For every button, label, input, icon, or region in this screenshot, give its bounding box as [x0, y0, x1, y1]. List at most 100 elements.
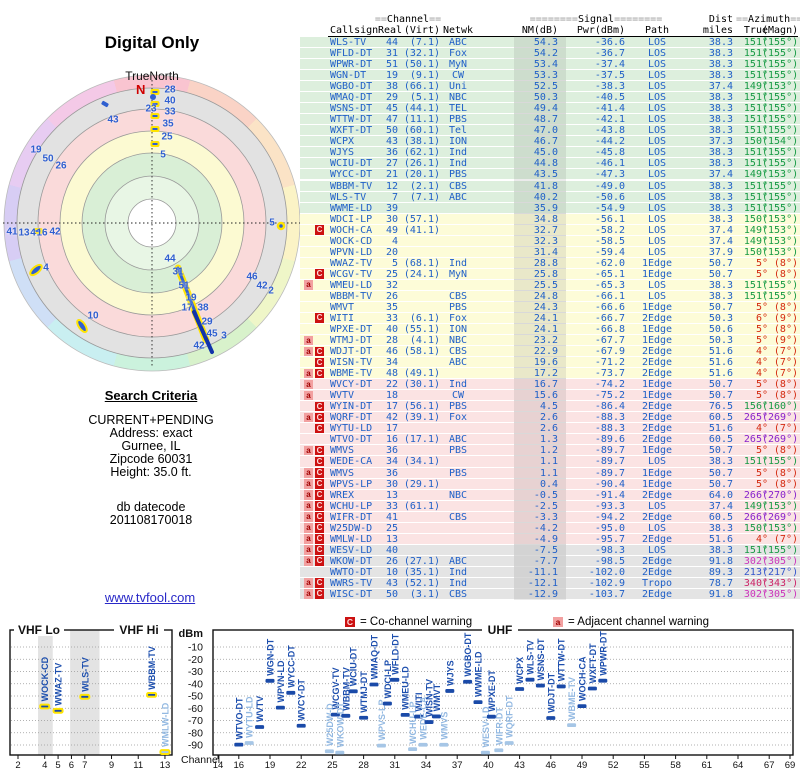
network-cell: Ind — [448, 257, 468, 269]
network-cell: CBS — [448, 588, 468, 600]
virtual-channel-cell: (24.1) — [403, 268, 440, 280]
radar-channel-label: 38 — [197, 302, 209, 314]
radar-channel-label: 25 — [161, 131, 173, 143]
radar-channel-label: 4 — [30, 227, 36, 239]
callsign-cell: WISN-TV — [330, 357, 373, 369]
table-group-header: ==Azimuth== — [736, 14, 800, 25]
azimuth-magnetic-cell: (9°) — [773, 335, 798, 347]
co-channel-flag: C — [315, 512, 324, 522]
path-cell: Tropo — [641, 577, 673, 589]
station-marker-wfld-dt: WFLD-DT — [390, 633, 400, 682]
signal-strength-chart: -10-20-30-40-50-60-70-80-90dBmChannelVHF… — [9, 623, 795, 768]
pwr-dbm-cell: -41.4 — [594, 103, 625, 115]
virtual-channel-cell — [398, 534, 440, 545]
distance-miles-cell: 50.3 — [708, 312, 733, 324]
pwr-dbm-cell: -58.5 — [594, 235, 625, 247]
distance-miles-cell: 38.3 — [708, 456, 733, 468]
co-channel-flag: C — [315, 556, 324, 566]
path-cell: LOS — [647, 544, 667, 556]
callsign-cell: WREX — [330, 489, 355, 501]
network-cell: CBS — [448, 290, 468, 302]
distance-miles-cell: 38.3 — [708, 37, 733, 48]
distance-miles-cell: 60.5 — [708, 412, 733, 424]
real-channel-cell: 41 — [385, 511, 398, 523]
co-channel-flag: C — [315, 269, 324, 279]
station-label: WOCH-CA — [578, 656, 588, 701]
virtual-channel-cell — [398, 468, 440, 479]
station-marker-wsns-dt: WSNS-DT — [535, 638, 546, 688]
column-header-callsign: Callsign — [330, 25, 379, 36]
radar-channel-label: 3 — [221, 330, 227, 342]
real-channel-cell: 25 — [385, 268, 398, 280]
station-marker-wjys: WJYS — [445, 660, 455, 693]
callsign-cell: WVCY-DT — [330, 379, 373, 391]
radar-station-dot — [276, 221, 286, 231]
callsign-cell: WMVT — [330, 301, 355, 313]
station-label: WIFR-DT — [494, 707, 504, 745]
azimuth-magnetic-cell: (155°) — [762, 37, 799, 48]
vhf-channel-tick: 13 — [160, 760, 171, 768]
dbm-tick-label: -30 — [188, 666, 203, 678]
radar-channel-label: 42 — [193, 340, 205, 352]
distance-miles-cell: 50.7 — [708, 257, 733, 269]
station-marker-wvcy-dt: WVCY-DT — [296, 679, 307, 728]
distance-miles-cell: 60.5 — [708, 511, 733, 523]
virtual-channel-cell — [398, 512, 440, 523]
azimuth-magnetic-cell: (155°) — [762, 125, 799, 137]
vhf-channel-tick: 11 — [133, 760, 143, 768]
network-cell — [440, 236, 476, 247]
radar-channel-label: 2 — [268, 285, 274, 297]
db-datecode-value: 201108170018 — [109, 513, 193, 527]
callsign-cell: WISC-DT — [330, 588, 373, 600]
distance-miles-cell: 38.3 — [708, 92, 733, 104]
virtual-channel-cell — [398, 236, 440, 247]
azimuth-magnetic-cell: (8°) — [773, 324, 798, 335]
virtual-channel-cell — [398, 423, 440, 434]
path-cell: 2Edge — [641, 533, 673, 545]
pwr-dbm-cell: -89.7 — [594, 445, 625, 457]
station-label: WPVS-LP — [377, 699, 387, 740]
callsign-cell: WYIN-DT — [330, 401, 373, 413]
column-header-nmdb: NM(dB) — [521, 25, 558, 36]
path-cell: LOS — [647, 456, 667, 468]
adjacent-channel-flag: a — [304, 578, 313, 588]
radar-channel-label: 28 — [164, 84, 176, 96]
adjacent-channel-flag: a — [304, 556, 313, 566]
column-header-real: Real — [378, 25, 403, 36]
callsign-cell: WGN-DT — [330, 70, 367, 82]
network-cell: Ind — [448, 379, 468, 391]
callsign-cell: WEDE-CA — [330, 456, 373, 468]
vhf-channel-tick: 9 — [109, 760, 114, 768]
virtual-channel-cell: (30.1) — [403, 379, 440, 391]
real-channel-cell: 17 — [385, 423, 398, 435]
station-label: WTMJ-DT — [359, 671, 369, 713]
pwr-dbm-cell: -37.5 — [594, 70, 625, 82]
real-channel-cell: 28 — [385, 335, 398, 347]
tvfool-website-link[interactable]: www.tvfool.com — [0, 590, 300, 605]
co-channel-flag: C — [315, 534, 324, 544]
radar-channel-label: 35 — [162, 118, 174, 130]
distance-miles-cell: 37.4 — [708, 500, 733, 512]
pwr-dbm-cell: -90.4 — [594, 478, 625, 490]
network-cell: Ind — [448, 566, 468, 578]
column-header-path: Path — [644, 25, 670, 36]
path-cell: 1Edge — [641, 301, 673, 313]
real-channel-cell: 34 — [385, 357, 398, 369]
pwr-dbm-cell: -98.5 — [594, 555, 625, 567]
path-cell: LOS — [647, 246, 667, 258]
radar-channel-label: 4 — [43, 262, 49, 274]
virtual-channel-cell — [398, 247, 440, 258]
distance-miles-cell: 38.3 — [708, 59, 733, 71]
callsign-cell: WKOW-DT — [330, 555, 373, 567]
virtual-channel-cell: (44.1) — [403, 103, 440, 115]
callsign-cell: WWME-LD — [330, 202, 373, 214]
station-marker-wytu-ld: WYTU-LD — [244, 696, 255, 745]
pwr-dbm-cell: -36.6 — [594, 37, 625, 48]
distance-miles-cell: 50.3 — [708, 335, 733, 347]
uhf-channel-tick: 19 — [265, 760, 276, 768]
network-cell: ION — [448, 136, 468, 148]
callsign-cell: WDCI-LP — [330, 213, 373, 225]
callsign-cell: WPVN-LD — [330, 246, 373, 258]
distance-miles-cell: 50.7 — [708, 445, 733, 457]
distance-miles-cell: 91.8 — [708, 555, 733, 567]
